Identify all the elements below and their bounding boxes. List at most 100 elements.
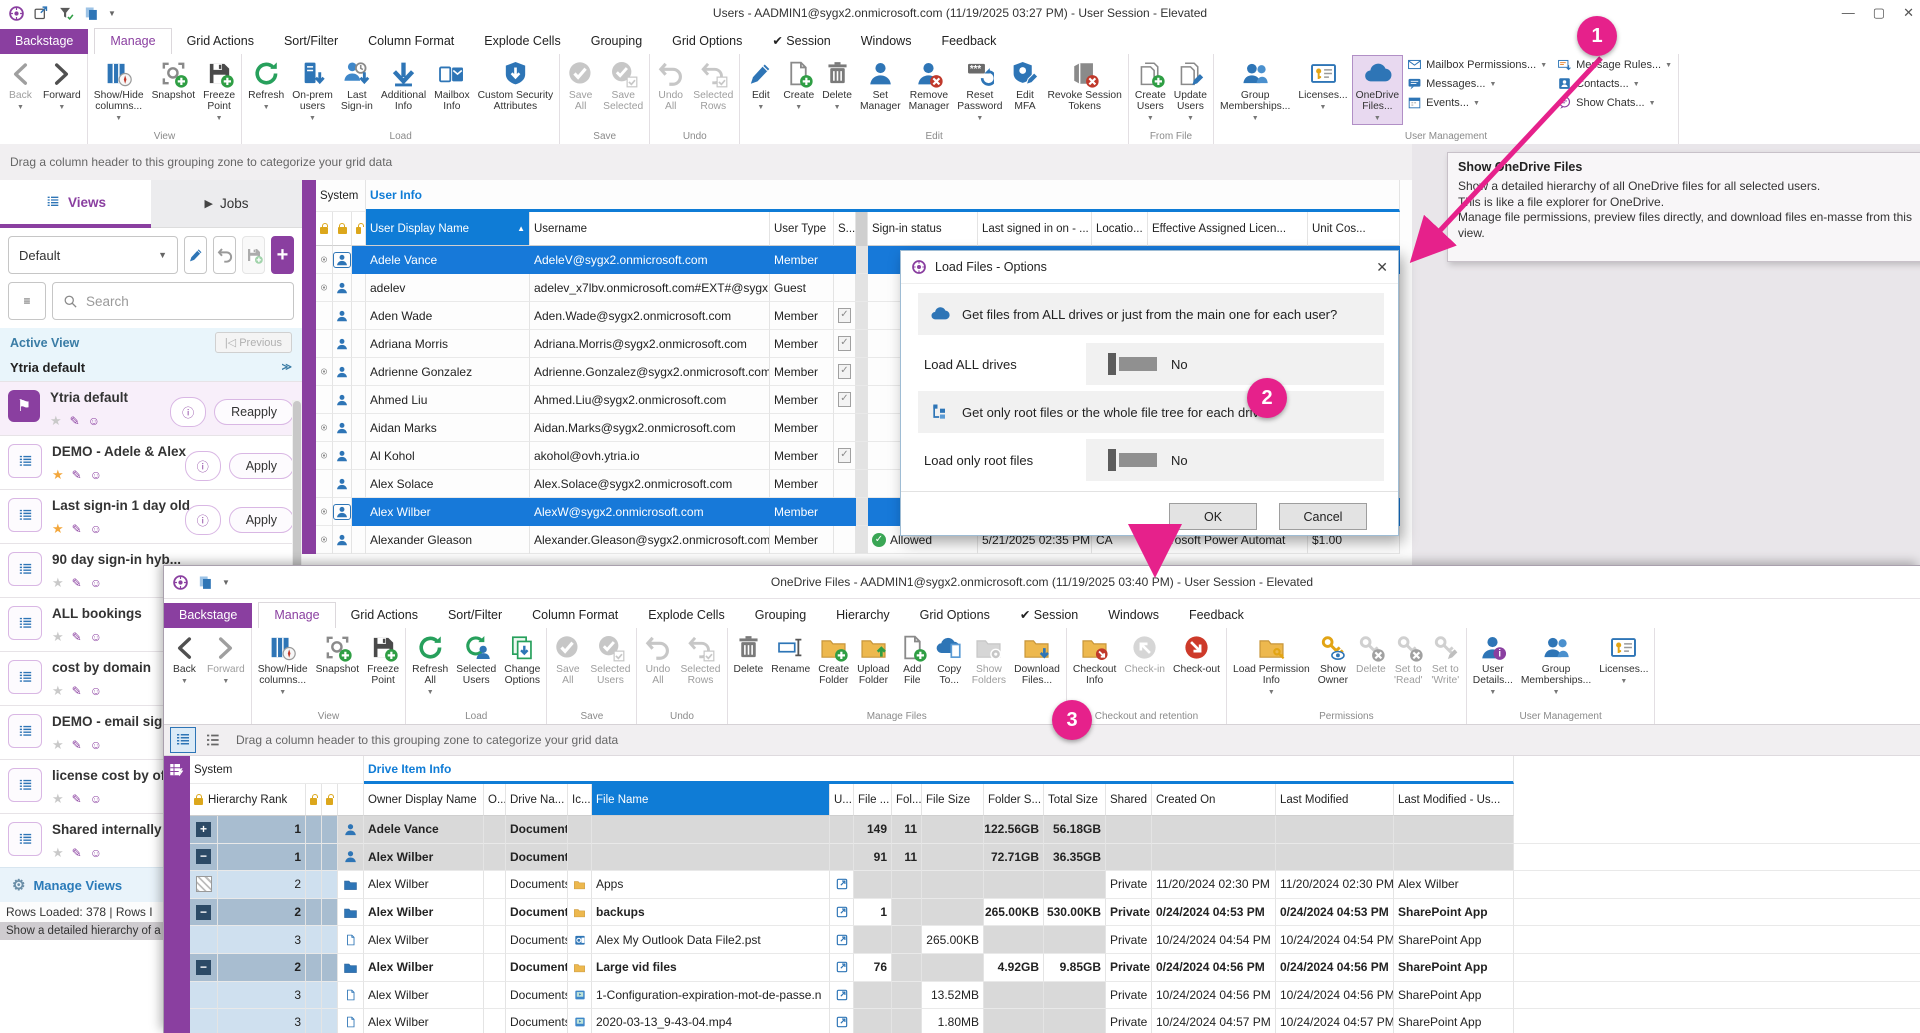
row-target-icon[interactable] <box>316 414 333 442</box>
ribbon-button-additional-info[interactable]: Additional Info <box>377 55 430 113</box>
ribbon-button-download-files-[interactable]: Download Files... <box>1010 629 1064 687</box>
cell-user-type[interactable]: Member <box>770 470 834 498</box>
column-header-user-type[interactable]: User Type <box>770 212 834 246</box>
column-header-last-modified[interactable]: Last Modified <box>1276 784 1394 816</box>
column-header-hierarchy-rank[interactable]: Hierarchy Rank <box>190 784 306 816</box>
tab--session[interactable]: ✔ Session <box>757 28 845 54</box>
cell-last-modified-user[interactable]: SharePoint App <box>1394 926 1514 954</box>
table-row[interactable]: 3Alex WilberDocuments1-Configuration-exp… <box>164 982 1920 1010</box>
tab-explode-cells[interactable]: Explode Cells <box>633 603 739 628</box>
ribbon-button-group-memberships-[interactable]: Group Memberships...▼ <box>1517 629 1595 699</box>
cell-hierarchy-rank[interactable]: 1 <box>218 816 306 844</box>
ribbon-button-snapshot[interactable]: Snapshot <box>148 55 200 102</box>
row-person-cell[interactable] <box>333 330 352 358</box>
ribbon-button-back[interactable]: Back▼ <box>166 629 203 688</box>
ribbon-button-delete[interactable]: Delete <box>730 629 768 676</box>
column-header-location[interactable]: Locatio... <box>1092 212 1148 246</box>
ribbon-button-forward[interactable]: Forward▼ <box>39 55 85 114</box>
ribbon-button-undo-all[interactable]: Undo All <box>652 55 689 113</box>
cell-folder-count[interactable] <box>892 954 922 982</box>
column-header-file-name[interactable]: File Name <box>592 784 830 816</box>
cell-username[interactable]: Alex.Solace@sygx2.onmicrosoft.com <box>530 470 770 498</box>
ribbon-button-licenses-[interactable]: Licenses...▼ <box>1595 629 1652 688</box>
column-header-username[interactable]: Username <box>530 212 770 246</box>
cell-shared[interactable] <box>1106 844 1152 872</box>
add-view-button[interactable]: + <box>271 236 294 274</box>
cell-folder-size[interactable] <box>984 926 1044 954</box>
column-header-lock-2[interactable] <box>322 784 338 816</box>
reapply-button[interactable]: Reapply <box>214 399 294 425</box>
apply-button[interactable]: Apply <box>229 453 294 479</box>
hierarchy-view-toggle[interactable] <box>170 727 196 753</box>
cell-o[interactable] <box>484 954 506 982</box>
cell-username[interactable]: Alexander.Gleason@sygx2.onmicrosoft.com <box>530 526 770 554</box>
load-all-drives-toggle[interactable] <box>1108 353 1157 375</box>
cell-user-display-name[interactable]: Ahmed Liu <box>366 386 530 414</box>
cell-shared[interactable]: Private <box>1106 954 1152 982</box>
cell-user-display-name[interactable]: Adriana Morris <box>366 330 530 358</box>
cell-username[interactable]: AdeleV@sygx2.onmicrosoft.com <box>530 246 770 274</box>
cell-last-modified[interactable]: 10/24/2024 04:56 PM <box>1276 982 1394 1010</box>
cell-username[interactable]: Adriana.Morris@sygx2.onmicrosoft.com <box>530 330 770 358</box>
row-person-cell[interactable] <box>333 302 352 330</box>
cell-user-display-name[interactable]: Alex Solace <box>366 470 530 498</box>
tab-manage[interactable]: Manage <box>258 602 335 628</box>
ribbon-button-save-all[interactable]: Save All <box>562 55 599 113</box>
edit-view-icon[interactable]: ✎ <box>72 522 82 536</box>
ribbon-button-check-in[interactable]: Check-in <box>1120 629 1169 676</box>
share-view-icon[interactable]: ☺ <box>90 684 102 698</box>
cell-open-link-icon[interactable] <box>830 1009 854 1033</box>
cell-folder-size[interactable]: 122.56GB <box>984 816 1044 844</box>
ribbon-button-checkout-info[interactable]: Checkout Info <box>1069 629 1121 687</box>
ribbon-button-mailbox-info[interactable]: Mailbox Info <box>430 55 473 113</box>
cell-user-display-name[interactable]: Aden Wade <box>366 302 530 330</box>
cell-o[interactable] <box>484 816 506 844</box>
row-target-icon[interactable] <box>316 498 333 526</box>
cell-file-name[interactable]: Apps <box>592 871 830 899</box>
ribbon-button-update-users[interactable]: Update Users▼ <box>1170 55 1211 125</box>
cell-last-modified[interactable]: 10/24/2024 04:57 PM <box>1276 1009 1394 1033</box>
table-row[interactable]: 2Alex WilberDocumentsAppsPrivate11/20/20… <box>164 871 1920 899</box>
ribbon-button-refresh[interactable]: Refresh▼ <box>244 55 288 114</box>
column-header-total-size[interactable]: Total Size <box>1044 784 1106 816</box>
group-header-user-info[interactable]: User Info <box>366 180 1400 212</box>
dialog-close-icon[interactable]: ✕ <box>1376 259 1388 276</box>
cell-open-link-icon[interactable] <box>830 982 854 1010</box>
view-info-button[interactable]: ⓘ <box>170 397 206 427</box>
column-header-folder-count[interactable]: Fol... <box>892 784 922 816</box>
column-header-unit-cost[interactable]: Unit Cos... <box>1308 212 1400 246</box>
ribbon-button-group-memberships-[interactable]: Group Memberships...▼ <box>1216 55 1294 125</box>
cell-owner-display-name[interactable]: Alex Wilber <box>364 899 484 927</box>
cell-file-size[interactable] <box>922 844 984 872</box>
tab-manage[interactable]: Manage <box>94 28 171 54</box>
favorite-star-icon[interactable]: ★ <box>52 791 64 807</box>
cell-username[interactable]: adelev_x7lbv.onmicrosoft.com#EXT#@sygx <box>530 274 770 302</box>
column-header-file-size[interactable]: File Size <box>922 784 984 816</box>
filter-views-button[interactable]: ≡ <box>8 282 46 320</box>
tab-sort-filter[interactable]: Sort/Filter <box>433 603 517 628</box>
filter-check-icon[interactable] <box>58 5 75 22</box>
cell-last-modified-user[interactable]: SharePoint App <box>1394 982 1514 1010</box>
cell-file-size[interactable]: 13.52MB <box>922 982 984 1010</box>
cell-o[interactable] <box>484 844 506 872</box>
row-target-icon[interactable] <box>316 246 333 274</box>
tab-backstage[interactable]: Backstage <box>0 29 88 54</box>
share-view-icon[interactable]: ☺ <box>90 522 102 536</box>
cell-drive-name[interactable]: Documents <box>506 816 568 844</box>
column-header-u[interactable]: U... <box>830 784 854 816</box>
tab-feedback[interactable]: Feedback <box>1174 603 1259 628</box>
tab-grid-options[interactable]: Grid Options <box>905 603 1005 628</box>
cell-hierarchy-rank[interactable]: 2 <box>218 871 306 899</box>
ribbon-button-add-file[interactable]: Add File <box>894 629 931 687</box>
cell-folder-size[interactable] <box>984 982 1044 1010</box>
row-target-icon[interactable] <box>316 274 333 302</box>
ribbon-button-freeze-point[interactable]: Freeze Point▼ <box>199 55 239 125</box>
ribbon-button-show-hide-columns-[interactable]: Show/Hide columns...▼ <box>90 55 148 125</box>
quick-access-caret-icon[interactable]: ▼ <box>222 578 230 587</box>
column-header-lock-1[interactable] <box>306 784 322 816</box>
ribbon-button-undo-all[interactable]: Undo All <box>639 629 676 687</box>
cell-shared[interactable]: Private <box>1106 871 1152 899</box>
app-logo-icon[interactable] <box>172 574 189 591</box>
apply-button[interactable]: Apply <box>229 507 294 533</box>
view-item-last-sign-in-1-day-old[interactable]: Last sign-in 1 day old★✎☺ⓘApply <box>0 489 302 543</box>
